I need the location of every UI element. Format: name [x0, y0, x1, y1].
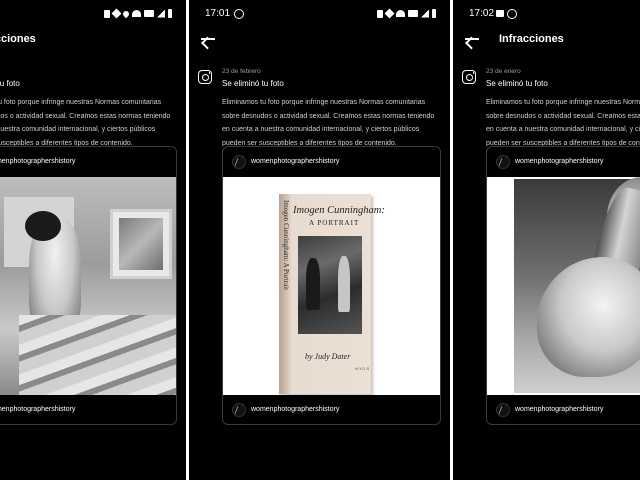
- book-author: by Judy Dater: [305, 352, 351, 361]
- mute-icon: [384, 8, 395, 19]
- account-name: womenphotographershistory: [251, 158, 340, 165]
- system-icons: [377, 8, 436, 19]
- alarm-icon: [104, 9, 110, 18]
- phone-screen-2: 17:01 23 de febrero Se eliminó tu foto E…: [189, 0, 450, 480]
- book-subtitle: A PORTRAIT: [309, 219, 360, 227]
- page-title: Infracciones: [499, 33, 564, 45]
- 5g-icon: [408, 10, 418, 17]
- violation-body: Eliminamos tu foto porque infringe nuest…: [222, 99, 435, 147]
- book-cover-photo: [298, 236, 362, 334]
- avatar: [496, 155, 510, 169]
- whatsapp-icon: [507, 9, 517, 19]
- status-time: 17:01: [205, 8, 231, 19]
- post-photo: Imogen Cunningham: A Portrait Imogen Cun…: [223, 177, 440, 395]
- book-publisher: N.Y.G.S.: [355, 366, 371, 371]
- book-title: Imogen Cunningham:: [293, 205, 385, 216]
- mute-icon: [111, 8, 122, 19]
- post-header: womenphotographershistory: [0, 147, 176, 177]
- post-footer: womenphotographershistory: [223, 395, 440, 424]
- violation-heading: Se eliminó tu foto: [486, 79, 548, 88]
- account-name: womenphotographershistory: [0, 406, 76, 413]
- account-name: womenphotographershistory: [515, 158, 604, 165]
- post-header: womenphotographershistory: [487, 147, 640, 177]
- image-notification-icon: [496, 10, 504, 17]
- phone-screen-3: 17:02 Infracciones 23 de enero Se elimin…: [453, 0, 640, 480]
- wifi-icon: [132, 10, 141, 17]
- signal-icon: [157, 9, 165, 18]
- alarm-icon: [377, 9, 383, 18]
- back-button[interactable]: [463, 30, 483, 50]
- wifi-icon: [396, 10, 405, 17]
- violation-heading: Se eliminó tu foto: [0, 79, 20, 88]
- battery-icon: [432, 9, 436, 18]
- violation-date: 23 de enero: [486, 68, 521, 75]
- account-name: womenphotographershistory: [251, 406, 340, 413]
- status-time: 17:02: [469, 8, 495, 19]
- system-icons: [104, 8, 172, 19]
- removed-post-card[interactable]: womenphotographershistory womenphotograp…: [0, 146, 177, 425]
- account-name: womenphotographershistory: [0, 158, 76, 165]
- status-bar: [0, 8, 172, 22]
- avatar: [232, 403, 246, 417]
- page-title: Infracciones: [0, 33, 36, 45]
- violation-body: Eliminamos tu foto porque infringe nuest…: [0, 99, 171, 147]
- account-name: womenphotographershistory: [515, 406, 604, 413]
- post-footer: womenphotographershistory: [487, 395, 640, 424]
- status-bar: 17:01: [205, 8, 436, 22]
- violation-date: 23 de febrero: [222, 68, 261, 75]
- removed-post-card[interactable]: womenphotographershistory Imogen Cunning…: [222, 146, 441, 425]
- book-cover: Imogen Cunningham: A Portrait Imogen Cun…: [279, 194, 385, 394]
- phone-screen-1: Infracciones Se eliminó tu foto Eliminam…: [0, 0, 186, 480]
- violation-heading: Se eliminó tu foto: [222, 79, 284, 88]
- book-spine-text: Imogen Cunningham: A Portrait: [282, 200, 290, 291]
- status-bar: 17:02: [469, 8, 640, 22]
- instagram-icon: [198, 70, 212, 84]
- post-photo: [0, 177, 176, 395]
- post-header: womenphotographershistory: [223, 147, 440, 177]
- battery-icon: [168, 9, 172, 18]
- violation-body: Eliminamos tu foto porque infringe nuest…: [486, 99, 640, 147]
- instagram-icon: [462, 70, 476, 84]
- signal-icon: [421, 9, 429, 18]
- post-footer: womenphotographershistory: [0, 395, 176, 424]
- avatar: [496, 403, 510, 417]
- back-button[interactable]: [199, 30, 219, 50]
- removed-post-card[interactable]: womenphotographershistory womenphotograp…: [486, 146, 640, 425]
- avatar: [232, 155, 246, 169]
- whatsapp-icon: [234, 9, 244, 19]
- location-icon: [121, 9, 131, 18]
- post-photo: [487, 177, 640, 395]
- 5g-icon: [144, 10, 154, 17]
